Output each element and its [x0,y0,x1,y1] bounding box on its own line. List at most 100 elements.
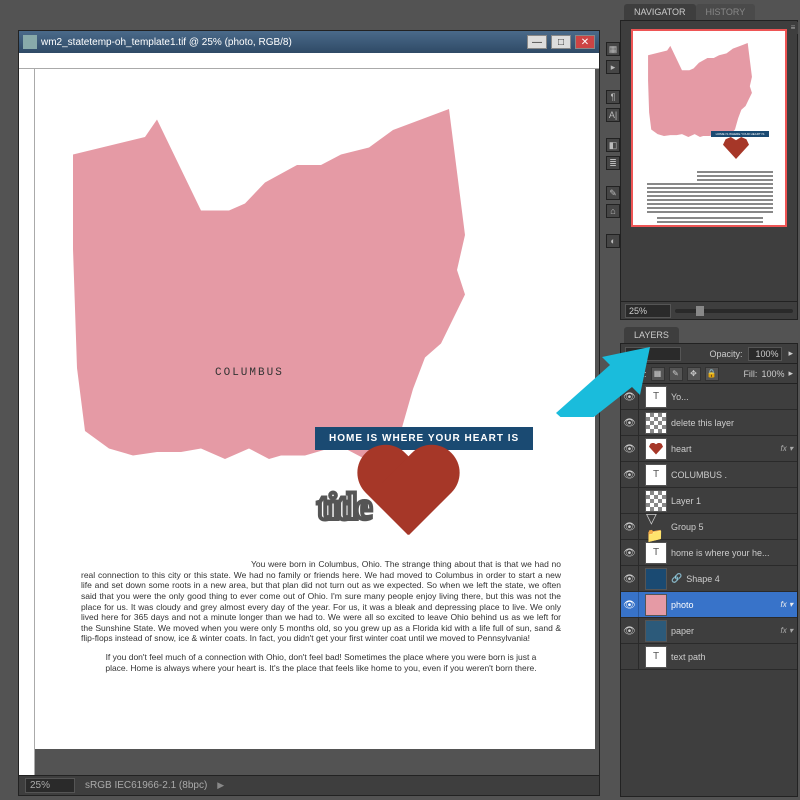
layer-thumbnail [645,568,667,590]
layer-name[interactable]: Shape 4 [686,574,793,584]
blend-mode-select[interactable]: rmal [625,347,681,361]
visibility-toggle[interactable] [621,644,639,669]
layer-name[interactable]: Group 5 [671,522,793,532]
statusbar: 25% sRGB IEC61966-2.1 (8bpc) ▶ [19,775,599,795]
doc-icon [23,35,37,49]
layer-thumbnail [645,438,667,460]
layer-thumbnail: T [645,386,667,408]
layer-name[interactable]: Yo... [671,392,793,402]
visibility-toggle[interactable]: 👁 [621,384,639,409]
layer-thumbnail [645,594,667,616]
layer-name[interactable]: delete this layer [671,418,793,428]
canvas[interactable]: COLUMBUS HOME IS WHERE YOUR HEART IS tit… [35,69,599,775]
brush-icon[interactable]: ✎ [606,186,620,200]
lock-position-icon[interactable]: ✥ [687,367,701,381]
layer-thumbnail [645,490,667,512]
lock-all-icon[interactable]: 🔒 [705,367,719,381]
opacity-label: Opacity: [709,349,742,359]
layers-panel: rmal Opacity: 100% ▸ Lock: ▦ ✎ ✥ 🔒 Fill:… [620,343,798,797]
navigator-footer: 25% [621,301,797,319]
title-word: title [317,485,370,529]
paragraph-icon[interactable]: ¶ [606,90,620,104]
visibility-toggle[interactable]: 👁 [621,410,639,435]
styles-icon[interactable]: ≣ [606,156,620,170]
layer-name[interactable]: home is where your he... [671,548,793,558]
document-title: wm2_statetemp-oh_template1.tif @ 25% (ph… [41,37,523,48]
layer-row[interactable]: 👁 🔗 Shape 4 [621,566,797,592]
link-icon: 🔗 [671,573,682,584]
adjust-icon[interactable]: ◐ [606,234,620,248]
layer-name[interactable]: text path [671,652,793,662]
layer-name[interactable]: heart [671,444,777,454]
layer-row[interactable]: 👁 heart fx ▾ [621,436,797,462]
layer-row[interactable]: Ttext path [621,644,797,670]
maximize-button[interactable]: □ [551,35,571,49]
layer-name[interactable]: paper [671,626,777,636]
opacity-field[interactable]: 100% [748,347,782,361]
lock-transparency-icon[interactable]: ▦ [651,367,665,381]
fx-badge[interactable]: fx ▾ [781,626,793,635]
layer-name[interactable]: photo [671,600,777,610]
fill-arrow-icon[interactable]: ▸ [788,368,793,379]
visibility-toggle[interactable]: 👁 [621,540,639,565]
visibility-toggle[interactable]: 👁 [621,566,639,591]
layer-row[interactable]: 👁 T Yo... [621,384,797,410]
fx-badge[interactable]: fx ▾ [781,600,793,609]
layer-thumbnail [645,412,667,434]
lock-paint-icon[interactable]: ✎ [669,367,683,381]
layer-thumbnail [645,620,667,642]
layers-lock-row: Lock: ▦ ✎ ✥ 🔒 Fill: 100% ▸ [621,364,797,384]
layer-row[interactable]: 👁 paper fx ▾ [621,618,797,644]
toggle-panels-icon[interactable]: ▸ [606,60,620,74]
visibility-toggle[interactable] [621,488,639,513]
layer-row[interactable]: 👁 photo fx ▾ [621,592,797,618]
navigator-thumbnail[interactable]: HOME IS WHERE YOUR HEART IS title [631,29,787,227]
swatches-icon[interactable]: ◧ [606,138,620,152]
layer-thumbnail: T [645,542,667,564]
layer-row[interactable]: 👁 T COLUMBUS . [621,462,797,488]
zoom-slider[interactable] [675,309,793,313]
layers-list: 👁 T Yo... 👁 delete this layer 👁 heart fx ▾ 👁 T COL… [621,384,797,796]
visibility-toggle[interactable]: 👁 [621,436,639,461]
visibility-toggle[interactable]: 👁 [621,462,639,487]
state-label: COLUMBUS [215,367,284,379]
visibility-toggle[interactable]: 👁 [621,514,639,539]
lock-label: Lock: [625,369,647,379]
character-icon[interactable]: A| [606,108,620,122]
tool-preset-icon[interactable]: ⌂ [606,204,620,218]
status-info: sRGB IEC61966-2.1 (8bpc) [85,780,207,791]
tab-navigator[interactable]: NAVIGATOR [624,4,696,20]
layer-thumbnail: T [645,464,667,486]
minimize-button[interactable]: — [527,35,547,49]
vertical-toolbar: ▦ ▸ ¶ A| ◧ ≣ ✎ ⌂ ◐ [606,42,620,248]
document-window: wm2_statetemp-oh_template1.tif @ 25% (ph… [18,30,600,796]
layer-row[interactable]: 👁▽ 📁Group 5 [621,514,797,540]
layers-blend-row: rmal Opacity: 100% ▸ [621,344,797,364]
visibility-toggle[interactable]: 👁 [621,592,639,617]
panel-menu-icon[interactable]: ≡ [788,22,798,34]
tab-layers[interactable]: LAYERS [624,327,679,343]
zoom-field[interactable]: 25% [25,778,75,793]
opacity-arrow-icon[interactable]: ▸ [788,348,793,359]
document-titlebar: wm2_statetemp-oh_template1.tif @ 25% (ph… [19,31,599,53]
fill-field[interactable]: 100% [761,369,784,379]
fx-badge[interactable]: fx ▾ [781,444,793,453]
ohio-shape [69,109,469,459]
layer-thumbnail: T [645,646,667,668]
status-arrow-icon[interactable]: ▶ [217,780,224,791]
layers-tabs: LAYERS [618,323,800,343]
layer-name[interactable]: COLUMBUS . [671,470,793,480]
page: COLUMBUS HOME IS WHERE YOUR HEART IS tit… [35,69,595,749]
ruler-horizontal[interactable] [19,53,599,69]
tab-history[interactable]: HISTORY [696,4,756,20]
ruler-vertical[interactable] [19,69,35,775]
close-button[interactable]: ✕ [575,35,595,49]
nav-zoom-field[interactable]: 25% [625,304,671,318]
visibility-toggle[interactable]: 👁 [621,618,639,643]
layer-row[interactable]: 👁 Thome is where your he... [621,540,797,566]
layer-row[interactable]: 👁 delete this layer [621,410,797,436]
navigator-panel: ≡ HOME IS WHERE YOUR HEART IS title [620,20,798,320]
arrange-icon[interactable]: ▦ [606,42,620,56]
layer-name[interactable]: Layer 1 [671,496,793,506]
body-text: You were born in Columbus, Ohio. The str… [81,559,561,681]
